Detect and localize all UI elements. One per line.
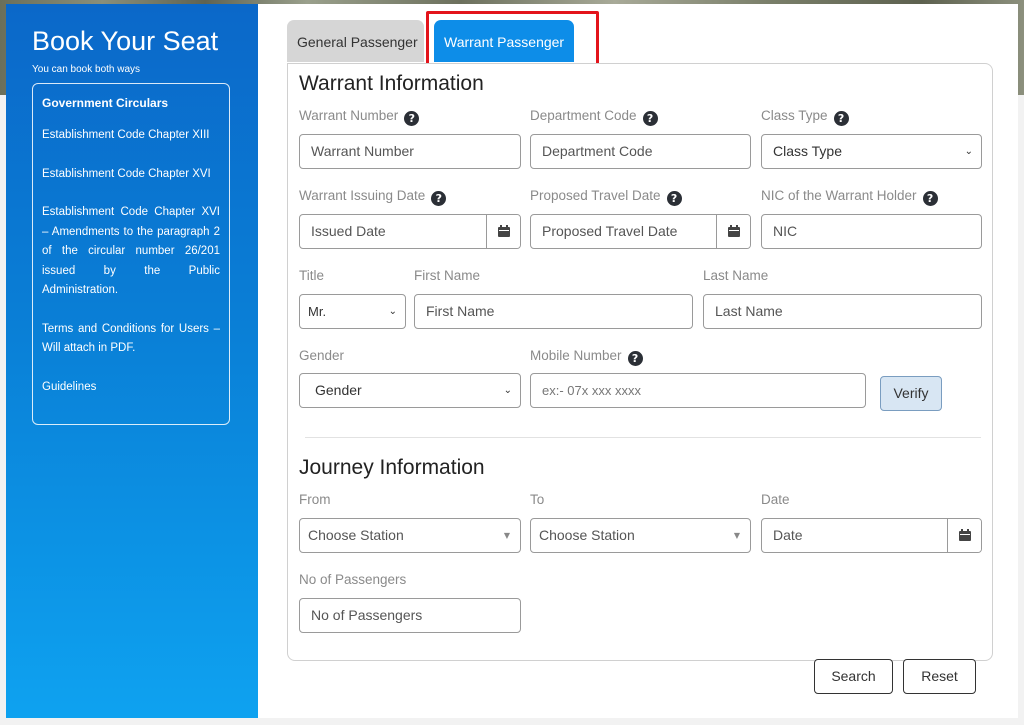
chevron-down-icon: ⌄ (388, 306, 397, 317)
first-name-input[interactable]: First Name (414, 294, 693, 329)
circular-link-chapter-xiii[interactable]: Establishment Code Chapter XIII (42, 126, 220, 146)
class-type-label-text: Class Type (761, 108, 828, 123)
gender-select[interactable]: Gender ⌄ (299, 373, 521, 408)
journey-date-placeholder: Date (773, 527, 803, 543)
circulars-box: Government Circulars Establishment Code … (32, 83, 230, 425)
question-circle-icon[interactable]: ? (627, 351, 643, 366)
last-name-input[interactable]: Last Name (703, 294, 982, 329)
calendar-icon[interactable] (486, 215, 520, 248)
from-label: From (299, 492, 331, 507)
nic-label-text: NIC of the Warrant Holder (761, 188, 917, 203)
travel-date-label: Proposed Travel Date? (530, 188, 682, 206)
terms-conditions-link[interactable]: Terms and Conditions for Users – Will at… (42, 320, 220, 359)
class-type-label: Class Type? (761, 108, 849, 126)
issued-date-placeholder: Issued Date (311, 223, 386, 239)
sidebar-title: Book Your Seat (32, 26, 219, 56)
from-station-select[interactable]: Choose Station ▼ (299, 518, 521, 553)
gender-value: Gender (315, 382, 362, 398)
department-code-label-text: Department Code (530, 108, 637, 123)
chevron-down-icon: ⌄ (503, 385, 512, 396)
passengers-label: No of Passengers (299, 572, 407, 587)
title-value: Mr. (308, 304, 327, 319)
warrant-form-panel: Warrant Information Warrant Number? Depa… (287, 63, 993, 661)
first-name-label: First Name (414, 268, 481, 283)
verify-button[interactable]: Verify (880, 376, 942, 411)
circular-link-chapter-xvi[interactable]: Establishment Code Chapter XVI (42, 165, 220, 185)
from-station-value: Choose Station (308, 527, 404, 543)
sidebar-subtitle: You can book both ways (32, 64, 141, 75)
class-type-value: Class Type (773, 143, 842, 159)
circulars-heading: Government Circulars (42, 96, 169, 110)
calendar-icon[interactable] (947, 519, 981, 552)
warrant-info-title: Warrant Information (299, 72, 484, 95)
question-circle-icon[interactable]: ? (833, 111, 849, 126)
guidelines-link[interactable]: Guidelines (42, 378, 220, 398)
title-select[interactable]: Mr. ⌄ (299, 294, 406, 329)
department-code-label: Department Code? (530, 108, 658, 126)
travel-date-placeholder: Proposed Travel Date (542, 223, 678, 239)
to-label: To (530, 492, 545, 507)
warrant-number-input[interactable]: Warrant Number (299, 134, 521, 169)
nic-input[interactable]: NIC (761, 214, 982, 249)
booking-card: Book Your Seat You can book both ways Go… (6, 4, 1018, 718)
mobile-number-label: Mobile Number? (530, 348, 643, 366)
section-divider (305, 437, 981, 438)
caret-down-icon: ▼ (503, 531, 510, 540)
warrant-number-label-text: Warrant Number (299, 108, 399, 123)
passengers-input[interactable]: No of Passengers (299, 598, 521, 633)
chevron-down-icon: ⌄ (964, 146, 973, 157)
question-circle-icon[interactable]: ? (642, 111, 658, 126)
question-circle-icon[interactable]: ? (431, 191, 447, 206)
warrant-number-label: Warrant Number? (299, 108, 420, 126)
nic-label: NIC of the Warrant Holder? (761, 188, 938, 206)
class-type-select[interactable]: Class Type ⌄ (761, 134, 982, 169)
department-code-input[interactable]: Department Code (530, 134, 751, 169)
journey-date-input[interactable]: Date (761, 518, 982, 553)
date-label: Date (761, 492, 790, 507)
tab-general-passenger[interactable]: General Passenger (287, 20, 424, 62)
reset-button[interactable]: Reset (903, 659, 976, 694)
last-name-label: Last Name (703, 268, 769, 283)
issued-date-input[interactable]: Issued Date (299, 214, 521, 249)
travel-date-input[interactable]: Proposed Travel Date (530, 214, 751, 249)
calendar-icon[interactable] (716, 215, 750, 248)
journey-info-title: Journey Information (299, 456, 485, 479)
sidebar: Book Your Seat You can book both ways Go… (6, 4, 258, 718)
title-label: Title (299, 268, 325, 283)
issuing-date-label: Warrant Issuing Date? (299, 188, 447, 206)
question-circle-icon[interactable]: ? (666, 191, 682, 206)
travel-date-label-text: Proposed Travel Date (530, 188, 661, 203)
mobile-number-input[interactable]: ex:- 07x xxx xxxx (530, 373, 866, 408)
caret-down-icon: ▼ (733, 531, 740, 540)
circular-link-chapter-xvi-amendments[interactable]: Establishment Code Chapter XVI – Amendme… (42, 203, 220, 301)
mobile-number-label-text: Mobile Number (530, 348, 622, 363)
to-station-select[interactable]: Choose Station ▼ (530, 518, 751, 553)
gender-label: Gender (299, 348, 345, 363)
question-circle-icon[interactable]: ? (404, 111, 420, 126)
to-station-value: Choose Station (539, 527, 635, 543)
search-button[interactable]: Search (814, 659, 893, 694)
issuing-date-label-text: Warrant Issuing Date (299, 188, 426, 203)
question-circle-icon[interactable]: ? (922, 191, 938, 206)
